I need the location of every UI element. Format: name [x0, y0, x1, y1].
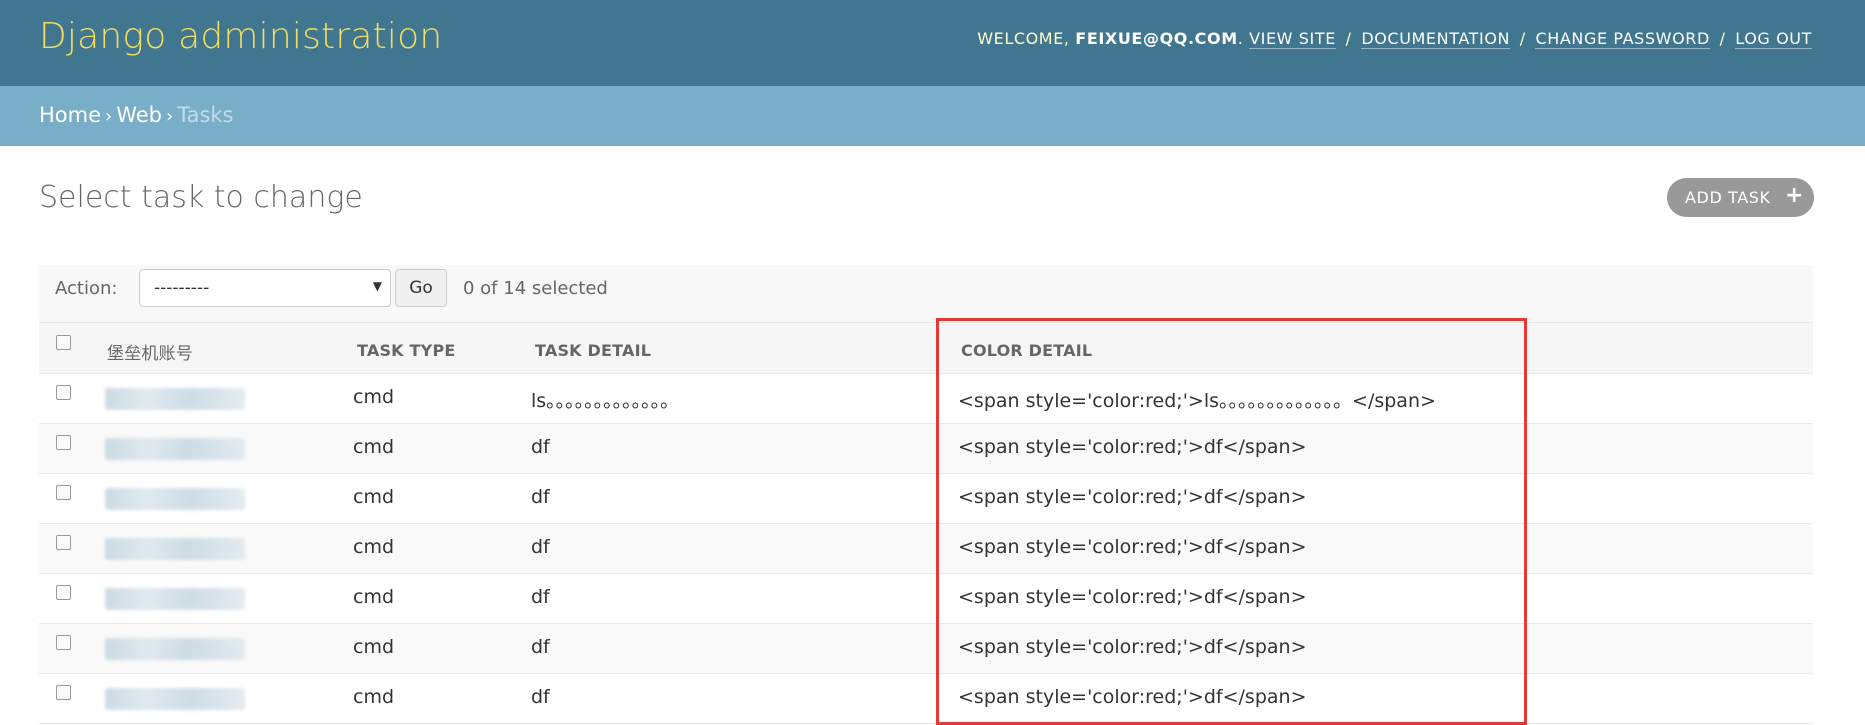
breadcrumb-home[interactable]: Home	[39, 103, 101, 127]
add-task-label: ADD TASK	[1685, 188, 1771, 207]
cell-task-detail: df	[531, 586, 550, 608]
dropdown-arrow-icon: ▼	[372, 279, 382, 293]
breadcrumb-separator: ›	[105, 106, 113, 127]
breadcrumb-separator: ›	[166, 106, 174, 127]
actions-bar: Action: --------- ▼ Go 0 of 14 selected	[39, 265, 1813, 322]
view-site-link[interactable]: VIEW SITE	[1249, 29, 1336, 49]
redacted-account-link[interactable]	[105, 438, 245, 460]
cell-color-detail: <span style='color:red;'>df</span>	[958, 436, 1307, 458]
documentation-link[interactable]: DOCUMENTATION	[1361, 29, 1511, 49]
cell-task-type: cmd	[353, 586, 395, 608]
table-header: 堡垒机账号 TASK TYPE TASK DETAIL COLOR DETAIL	[39, 322, 1813, 374]
log-out-link[interactable]: LOG OUT	[1735, 29, 1812, 49]
cell-task-detail: df	[531, 686, 550, 708]
action-label: Action:	[55, 278, 118, 299]
table-row: cmd df <span style='color:red;'>df</span…	[39, 574, 1813, 624]
redacted-account-link[interactable]	[105, 488, 245, 510]
redacted-account-link[interactable]	[105, 588, 245, 610]
action-select[interactable]: --------- ▼	[139, 269, 391, 307]
site-branding[interactable]: Django administration	[39, 16, 442, 57]
cell-color-detail: <span style='color:red;'>df</span>	[958, 536, 1307, 558]
cell-color-detail: <span style='color:red;'>ls。。。。。。。。。。。。。…	[958, 390, 1436, 412]
row-checkbox[interactable]	[56, 685, 71, 700]
action-select-value: ---------	[154, 278, 210, 298]
page-title: Select task to change	[39, 180, 363, 215]
column-header-task-detail[interactable]: TASK DETAIL	[535, 341, 651, 360]
redacted-account-link[interactable]	[105, 688, 245, 710]
row-checkbox[interactable]	[56, 485, 71, 500]
user-tools-separator: /	[1519, 29, 1526, 48]
welcome-text: WELCOME,	[977, 29, 1076, 48]
cell-task-detail: df	[531, 636, 550, 658]
cell-task-type: cmd	[353, 536, 395, 558]
table-row: cmd ls。。。。。。。。。。。。。 <span style='color:r…	[39, 374, 1813, 424]
redacted-account-link[interactable]	[105, 638, 245, 660]
cell-task-type: cmd	[353, 486, 395, 508]
username: FEIXUE@QQ.COM	[1075, 29, 1238, 48]
add-task-button[interactable]: ADD TASK +	[1667, 178, 1814, 217]
cell-color-detail: <span style='color:red;'>df</span>	[958, 486, 1307, 508]
row-checkbox[interactable]	[56, 535, 71, 550]
cell-color-detail: <span style='color:red;'>df</span>	[958, 686, 1307, 708]
row-checkbox[interactable]	[56, 385, 71, 400]
redacted-account-link[interactable]	[105, 388, 245, 410]
column-header-color-detail[interactable]: COLOR DETAIL	[961, 341, 1092, 360]
welcome-suffix: .	[1237, 29, 1244, 48]
breadcrumb: Home › Web › Tasks	[0, 86, 1865, 146]
row-checkbox[interactable]	[56, 435, 71, 450]
table-row: cmd df <span style='color:red;'>df</span…	[39, 624, 1813, 674]
cell-color-detail: <span style='color:red;'>df</span>	[958, 636, 1307, 658]
column-header-account[interactable]: 堡垒机账号	[107, 339, 193, 364]
redacted-account-link[interactable]	[105, 538, 245, 560]
cell-task-type: cmd	[353, 636, 395, 658]
user-tools: WELCOME, FEIXUE@QQ.COM. VIEW SITE / DOCU…	[977, 29, 1812, 49]
cell-task-type: cmd	[353, 686, 395, 708]
breadcrumb-app[interactable]: Web	[116, 103, 162, 127]
user-tools-separator: /	[1719, 29, 1726, 48]
cell-task-type: cmd	[353, 436, 395, 458]
change-password-link[interactable]: CHANGE PASSWORD	[1535, 29, 1710, 49]
column-header-task-type[interactable]: TASK TYPE	[357, 341, 456, 360]
site-header: Django administration WELCOME, FEIXUE@QQ…	[0, 0, 1865, 86]
breadcrumb-current: Tasks	[177, 103, 234, 127]
row-checkbox[interactable]	[56, 635, 71, 650]
go-button[interactable]: Go	[395, 269, 447, 307]
row-checkbox[interactable]	[56, 585, 71, 600]
plus-icon: +	[1784, 183, 1804, 208]
table-row: cmd df <span style='color:red;'>df</span…	[39, 674, 1813, 724]
user-tools-separator: /	[1345, 29, 1352, 48]
results-table: 堡垒机账号 TASK TYPE TASK DETAIL COLOR DETAIL…	[39, 322, 1813, 724]
selection-counter: 0 of 14 selected	[463, 278, 608, 299]
cell-task-type: cmd	[353, 386, 395, 408]
table-row: cmd df <span style='color:red;'>df</span…	[39, 474, 1813, 524]
cell-task-detail: df	[531, 486, 550, 508]
cell-task-detail: df	[531, 436, 550, 458]
table-row: cmd df <span style='color:red;'>df</span…	[39, 424, 1813, 474]
table-row: cmd df <span style='color:red;'>df</span…	[39, 524, 1813, 574]
cell-task-detail: ls。。。。。。。。。。。。。	[531, 390, 680, 412]
cell-task-detail: df	[531, 536, 550, 558]
cell-color-detail: <span style='color:red;'>df</span>	[958, 586, 1307, 608]
select-all-checkbox[interactable]	[56, 335, 71, 350]
